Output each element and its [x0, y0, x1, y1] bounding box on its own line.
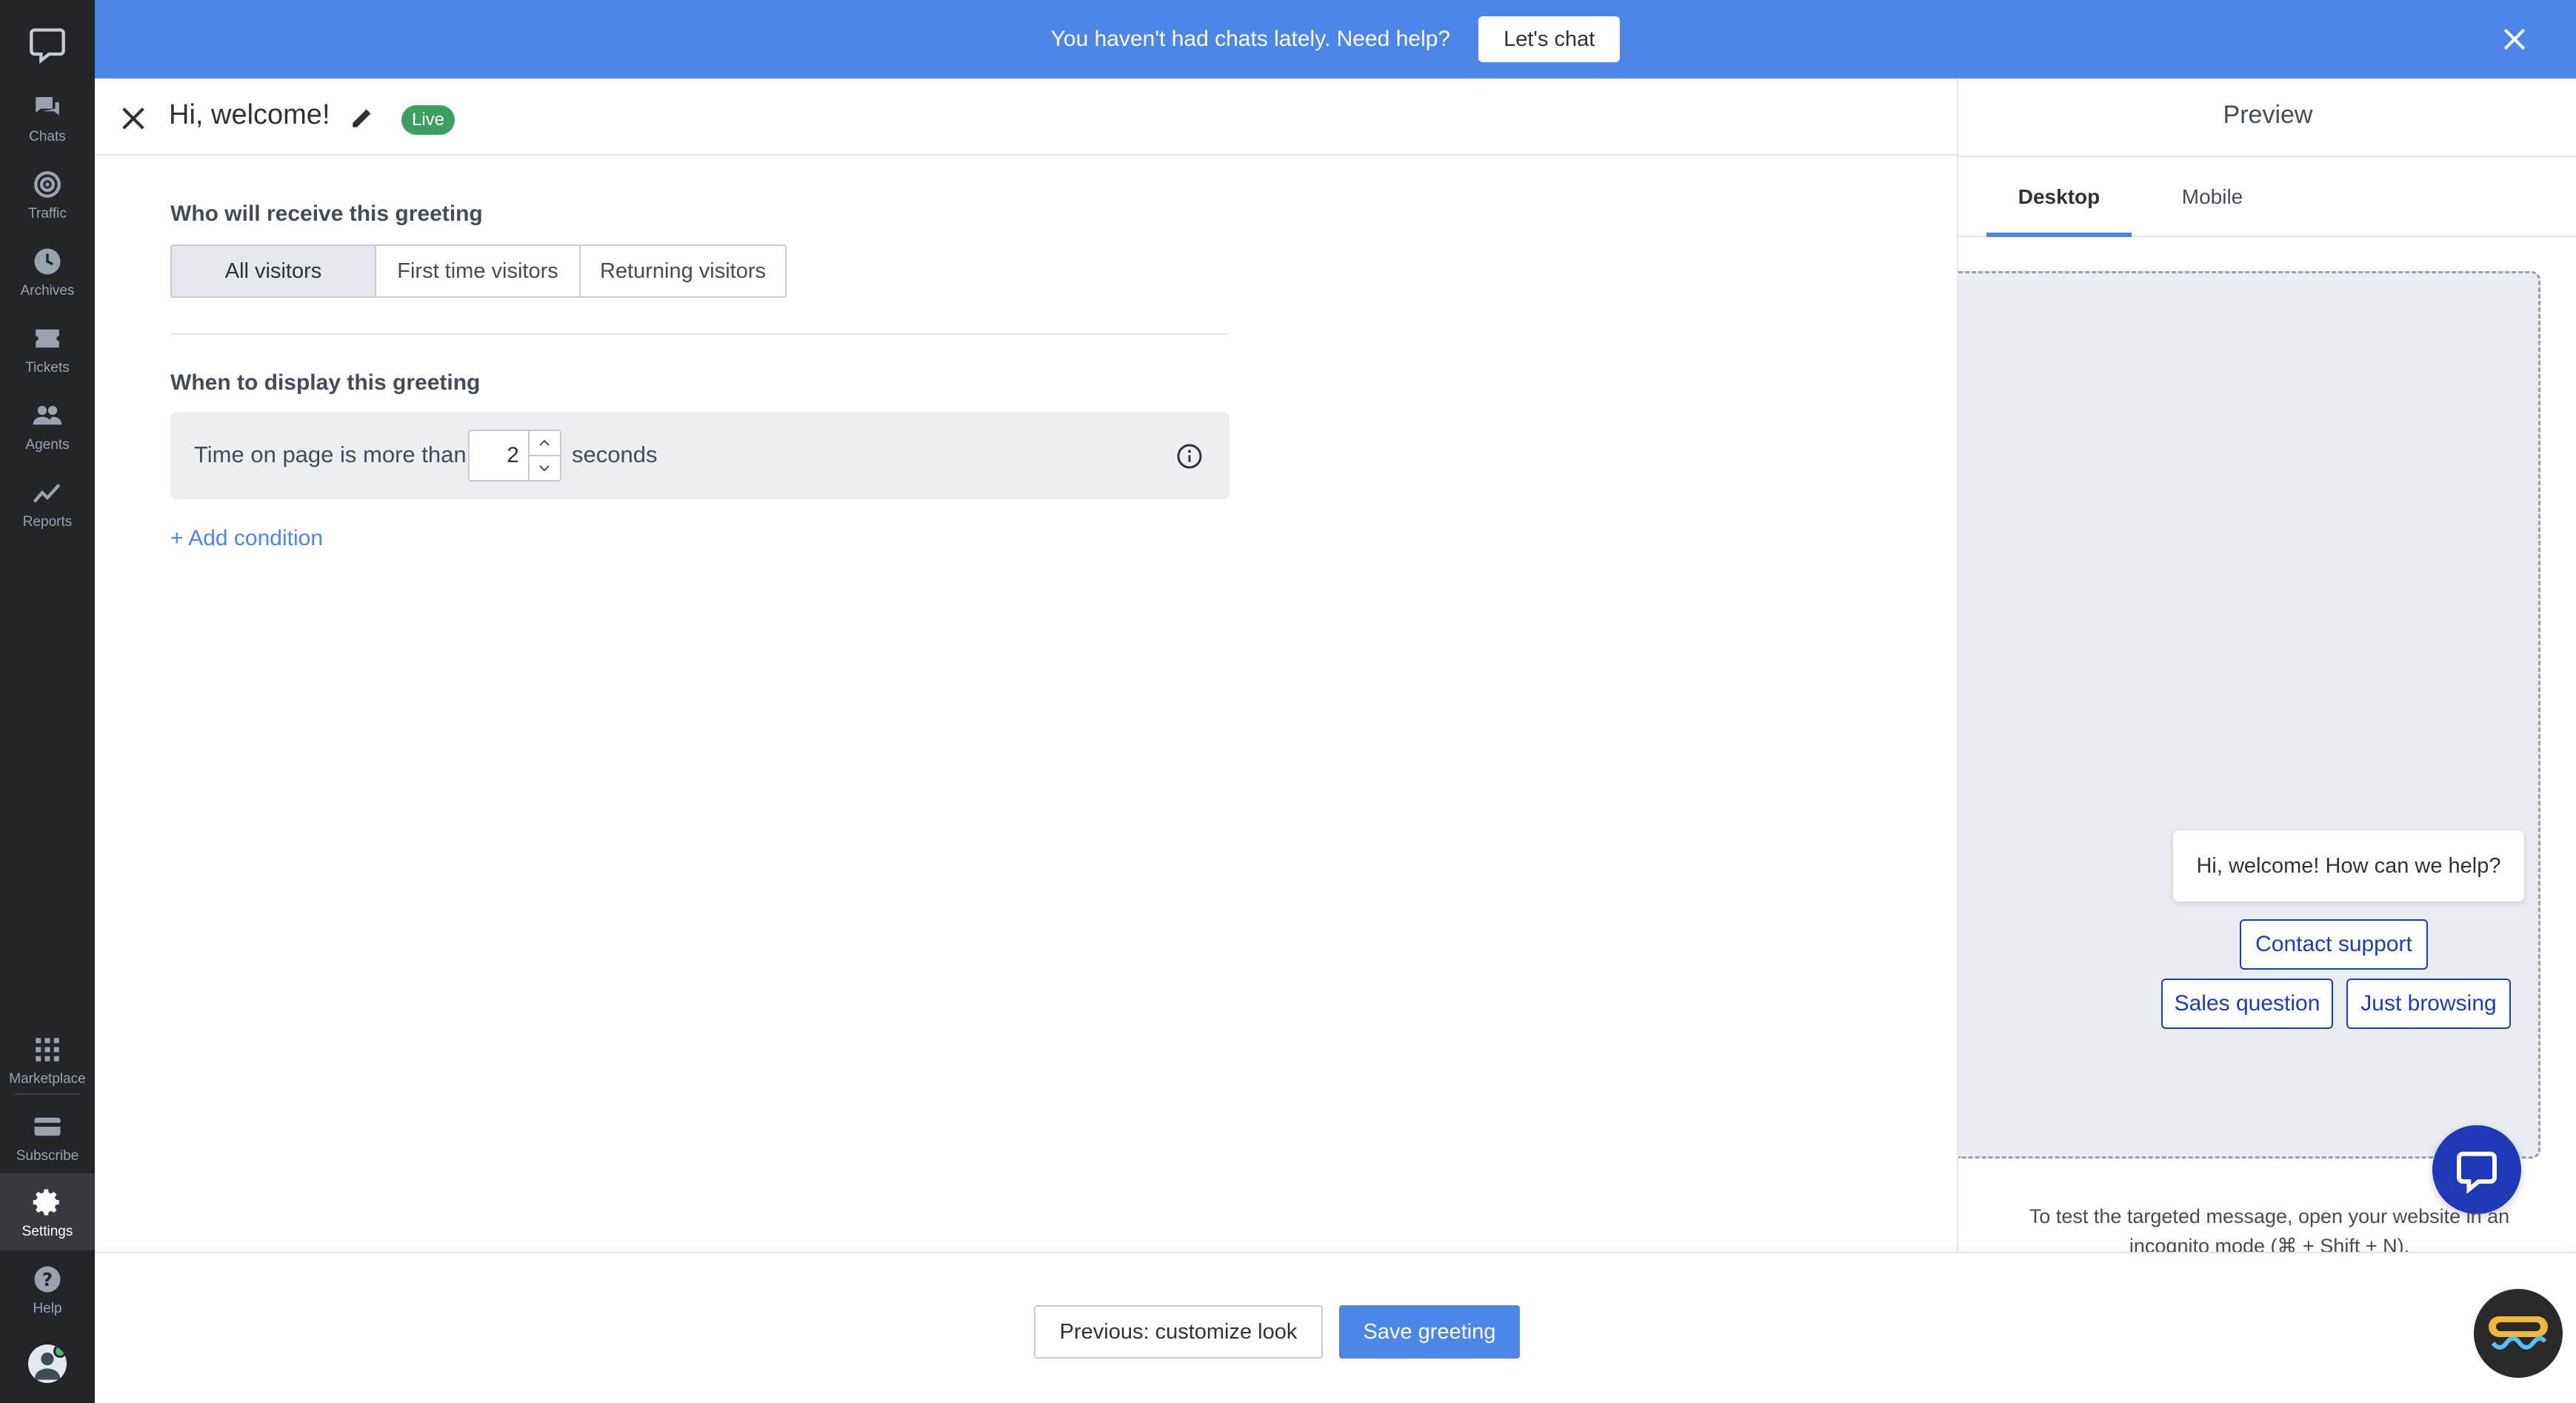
- seconds-stepper[interactable]: 2: [468, 430, 561, 481]
- reports-icon: [33, 484, 61, 503]
- audience-selector: All visitors First time visitors Returni…: [170, 244, 787, 298]
- close-icon[interactable]: [119, 104, 148, 133]
- seconds-value[interactable]: 2: [470, 431, 528, 480]
- traffic-icon: [34, 171, 61, 198]
- sidebar-item-label: Settings: [21, 1224, 73, 1239]
- chevron-up-icon: [539, 439, 550, 446]
- preview-canvas: Hi, welcome! How can we help? Contact su…: [1958, 271, 2540, 1214]
- condition-row: Time on page is more than: 2 seconds: [170, 412, 1229, 499]
- sidebar-item-traffic[interactable]: Traffic: [0, 156, 95, 230]
- save-greeting-button[interactable]: Save greeting: [1339, 1305, 1520, 1359]
- quick-reply-just-browsing[interactable]: Just browsing: [2346, 979, 2511, 1029]
- audience-section-title: Who will receive this greeting: [170, 201, 483, 226]
- page-title: Hi, welcome!: [169, 99, 330, 130]
- tab-desktop[interactable]: Desktop: [1986, 157, 2132, 237]
- chevron-down-icon: [539, 465, 550, 472]
- sidebar-item-settings[interactable]: Settings: [0, 1173, 95, 1250]
- greeting-settings: Who will receive this greeting All visit…: [95, 156, 1957, 1252]
- add-condition-link[interactable]: + Add condition: [170, 526, 323, 551]
- status-badge: Live: [401, 105, 456, 135]
- footer-bar: Previous: customize look Save greeting: [95, 1252, 2576, 1403]
- audience-option-returning[interactable]: Returning visitors: [581, 246, 785, 296]
- sidebar-item-label: Subscribe: [16, 1148, 79, 1164]
- sidebar-item-marketplace[interactable]: Marketplace: [0, 1021, 95, 1095]
- previous-button[interactable]: Previous: customize look: [1034, 1305, 1323, 1359]
- ticket-icon: [36, 329, 59, 348]
- gear-icon: [33, 1189, 59, 1216]
- agents-icon: [33, 405, 62, 425]
- avatar[interactable]: [28, 1344, 67, 1383]
- sidebar-item-label: Marketplace: [9, 1071, 86, 1087]
- help-banner: You haven't had chats lately. Need help?…: [95, 0, 2576, 79]
- chat-launcher-button[interactable]: [2432, 1125, 2521, 1214]
- info-icon[interactable]: [1176, 443, 1203, 470]
- stepper-up-button[interactable]: [529, 431, 560, 456]
- chat-icon: [36, 97, 59, 116]
- preview-panel: Preview Desktop Mobile Hi, welcome! How …: [1957, 79, 2576, 1257]
- sidebar-item-tickets[interactable]: Tickets: [0, 310, 95, 384]
- help-widget-button[interactable]: [2474, 1289, 2563, 1378]
- banner-text: You haven't had chats lately. Need help?: [1050, 27, 1451, 51]
- sidebar: Chats Traffic Archives Tickets Agents Re…: [0, 0, 95, 1403]
- sidebar-item-label: Chats: [29, 129, 66, 144]
- tab-mobile[interactable]: Mobile: [2157, 157, 2268, 237]
- audience-option-all[interactable]: All visitors: [172, 246, 376, 296]
- livechat-logo-icon[interactable]: [28, 25, 67, 64]
- preview-tabs: Desktop Mobile: [1958, 156, 2576, 237]
- hotdog-icon: [2489, 1316, 2548, 1350]
- close-icon[interactable]: [2500, 25, 2529, 53]
- clock-icon: [34, 248, 61, 275]
- card-icon: [34, 1117, 61, 1136]
- help-icon: ?: [34, 1266, 61, 1293]
- sidebar-item-label: Help: [33, 1301, 62, 1316]
- pencil-icon[interactable]: [350, 105, 375, 130]
- sidebar-item-label: Tickets: [25, 360, 70, 376]
- condition-label: Time on page is more than:: [194, 441, 473, 467]
- svg-text:?: ?: [42, 1269, 53, 1290]
- sidebar-divider: [15, 1093, 80, 1095]
- quick-reply-sales-question[interactable]: Sales question: [2161, 979, 2333, 1029]
- sidebar-item-help[interactable]: ? Help: [0, 1250, 95, 1324]
- lets-chat-button[interactable]: Let's chat: [1478, 16, 1621, 62]
- greeting-bubble: Hi, welcome! How can we help?: [2173, 830, 2524, 902]
- online-status-dot: [53, 1344, 67, 1358]
- sidebar-item-label: Traffic: [28, 206, 67, 221]
- sidebar-item-agents[interactable]: Agents: [0, 387, 95, 461]
- condition-unit: seconds: [572, 441, 658, 467]
- chat-bubble-icon: [2457, 1151, 2497, 1193]
- sidebar-item-reports[interactable]: Reports: [0, 464, 95, 538]
- greeting-header: Hi, welcome! Live: [95, 79, 1957, 156]
- sidebar-item-label: Reports: [22, 514, 73, 530]
- grid-icon: [36, 1038, 59, 1062]
- sidebar-item-archives[interactable]: Archives: [0, 233, 95, 307]
- sidebar-item-subscribe[interactable]: Subscribe: [0, 1098, 95, 1172]
- section-divider: [170, 333, 1229, 335]
- audience-option-first-time[interactable]: First time visitors: [376, 246, 581, 296]
- sidebar-item-label: Archives: [20, 283, 75, 299]
- timing-section-title: When to display this greeting: [170, 370, 481, 395]
- preview-title: Preview: [2223, 101, 2313, 129]
- sidebar-item-label: Agents: [25, 437, 70, 453]
- sidebar-item-chats[interactable]: Chats: [0, 79, 95, 153]
- stepper-down-button[interactable]: [530, 456, 560, 480]
- quick-reply-contact-support[interactable]: Contact support: [2240, 919, 2428, 970]
